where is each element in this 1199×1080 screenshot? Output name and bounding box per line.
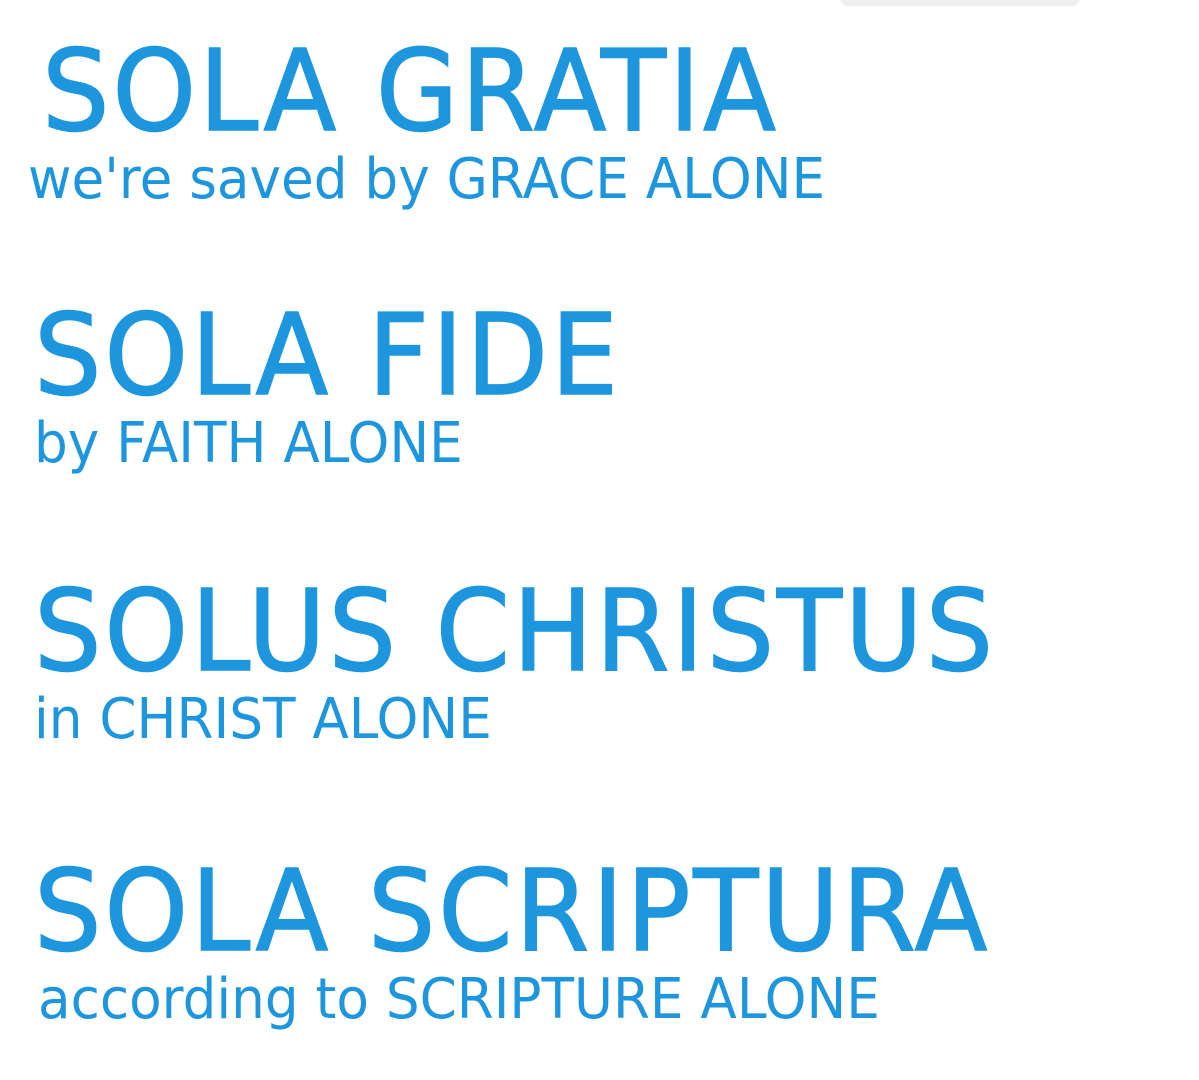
sola-subtitle: according to SCRIPTURE ALONE (38, 967, 880, 1032)
top-edge-tab (840, 0, 1080, 6)
sola-heading: SOLA GRATIA (41, 27, 779, 157)
sola-heading: SOLA FIDE (33, 291, 622, 421)
sola-fide-block: SOLA FIDE by FAITH ALONE (0, 291, 1199, 476)
sola-gratia-block: SOLA GRATIA we're saved by GRACE ALONE (0, 27, 1199, 212)
sola-scriptura-block: SOLA SCRIPTURA according to SCRIPTURE AL… (0, 847, 1199, 1032)
solus-christus-block: SOLUS CHRISTUS in CHRIST ALONE (0, 567, 1199, 752)
sola-subtitle: we're saved by GRACE ALONE (28, 147, 826, 212)
sola-subtitle: in CHRIST ALONE (34, 687, 492, 752)
sola-heading: SOLUS CHRISTUS (33, 567, 996, 697)
sola-heading: SOLA SCRIPTURA (33, 847, 991, 977)
sola-subtitle: by FAITH ALONE (34, 411, 463, 476)
